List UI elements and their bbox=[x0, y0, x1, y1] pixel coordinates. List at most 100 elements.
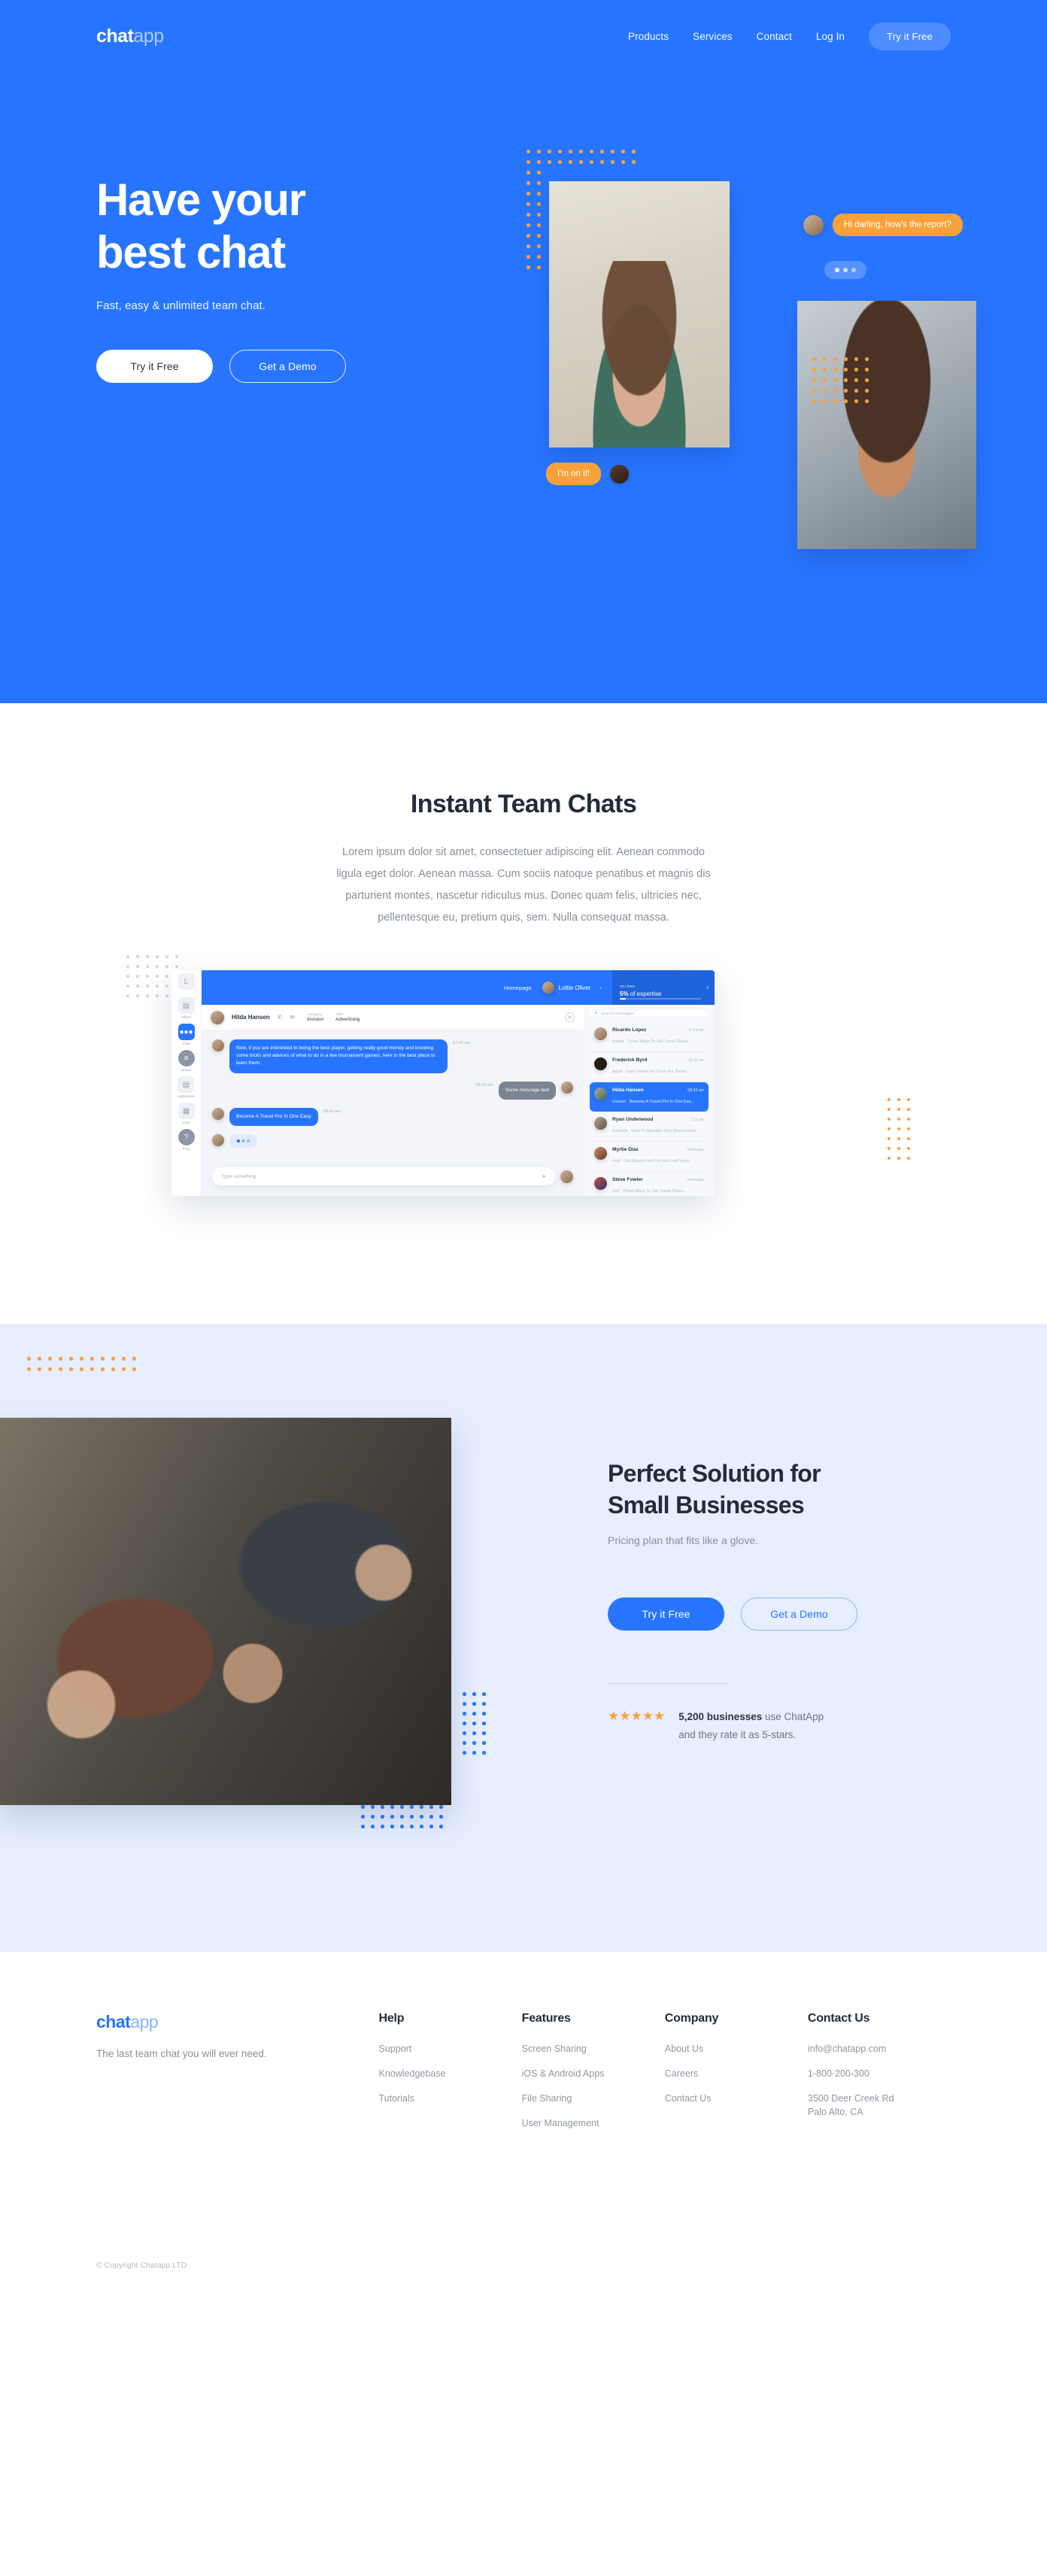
hero-try-it-free-button[interactable]: Try it Free bbox=[96, 350, 213, 384]
decorative-dot bbox=[165, 955, 168, 958]
contact-preview: Three Ways To Get Travel Disco... bbox=[622, 1189, 687, 1194]
footer-link[interactable]: Knowledgebase bbox=[379, 2067, 522, 2080]
dot-pattern-solution-bottom bbox=[361, 1805, 449, 1834]
footer-column-title: Company bbox=[664, 2012, 719, 2025]
decorative-dot bbox=[59, 1357, 62, 1361]
footer-logo[interactable]: chatapp bbox=[96, 2012, 379, 2032]
footer-phone[interactable]: 1-800-200-300 bbox=[808, 2067, 951, 2080]
decorative-dot bbox=[611, 160, 615, 164]
list-item[interactable]: Ryan Underwood 7:11 am Avocode How To Ma… bbox=[590, 1112, 709, 1142]
logo-bold: chat bbox=[96, 25, 134, 47]
decorative-dot bbox=[907, 1157, 910, 1160]
sidebar-item-chat[interactable]: ●●● Chat bbox=[178, 1024, 195, 1045]
sidebar-label: Offers bbox=[181, 1015, 192, 1019]
decorative-dot bbox=[888, 1108, 891, 1111]
message-row: Now, if you are interested in being the … bbox=[212, 1039, 573, 1073]
list-item[interactable]: Steve Fowler Yesterday Dell Three Ways T… bbox=[590, 1172, 709, 1196]
hero-subtitle: Fast, easy & unlimited team chat. bbox=[96, 299, 266, 313]
topbar-user[interactable]: Lottie Oliver bbox=[542, 982, 590, 994]
decorative-dot bbox=[482, 1731, 486, 1735]
phone-icon[interactable]: ✆ bbox=[278, 1014, 283, 1021]
top-navigation: chatapp Products Services Contact Log In… bbox=[0, 0, 1047, 72]
hero-buttons: Try it Free Get a Demo bbox=[96, 350, 502, 384]
decorative-dot bbox=[390, 1825, 394, 1828]
footer-link[interactable]: iOS & Android Apps bbox=[522, 2067, 665, 2080]
send-icon[interactable]: ➤ bbox=[542, 1173, 546, 1179]
decorative-dot bbox=[420, 1805, 423, 1809]
decorative-dot bbox=[136, 994, 139, 997]
sidebar-item-application[interactable]: ▤ Application bbox=[178, 1076, 196, 1098]
decorative-dot bbox=[361, 1815, 365, 1819]
hero-photo-secondary bbox=[797, 301, 976, 549]
footer-link[interactable]: Careers bbox=[665, 2067, 808, 2080]
decorative-dot bbox=[888, 1147, 891, 1150]
footer-email[interactable]: info@chatapp.com bbox=[808, 2042, 951, 2056]
decorative-dot bbox=[844, 378, 848, 382]
avatar bbox=[542, 982, 554, 994]
footer-link[interactable]: Contact Us bbox=[665, 2092, 808, 2105]
chat-bubble-icon: ●●● bbox=[178, 1024, 195, 1040]
logo[interactable]: chatapp bbox=[96, 25, 164, 47]
footer-link[interactable]: File Sharing bbox=[522, 2092, 665, 2105]
mockup-sidebar-avatar[interactable]: L bbox=[178, 973, 195, 990]
decorative-dot bbox=[844, 399, 848, 403]
sidebar-item-lists[interactable]: ▦ Lists bbox=[178, 1103, 195, 1124]
chevron-right-icon[interactable]: › bbox=[599, 985, 602, 991]
nav-item-products[interactable]: Products bbox=[628, 31, 669, 42]
nav-item-contact[interactable]: Contact bbox=[757, 31, 792, 42]
list-item[interactable]: Hilda Hansen 08:43 am Invision Become A … bbox=[590, 1082, 709, 1112]
solution-get-a-demo-button[interactable]: Get a Demo bbox=[741, 1597, 857, 1631]
hero-get-a-demo-button[interactable]: Get a Demo bbox=[229, 350, 346, 384]
footer-column-title: Help bbox=[378, 2012, 405, 2025]
decorative-dot bbox=[410, 1805, 414, 1809]
list-item-body: Frederick Byrd 10:11 am Apple Train Trav… bbox=[612, 1057, 704, 1076]
solution-text-block: Perfect Solution for Small Businesses Pr… bbox=[608, 1458, 961, 1744]
decorative-dot bbox=[361, 1825, 365, 1828]
decorative-dot bbox=[537, 244, 541, 248]
decorative-dot bbox=[80, 1367, 83, 1371]
list-item[interactable]: Myrtie Diaz Yesterday Audi Get Ready Fas… bbox=[590, 1142, 709, 1172]
decorative-dot bbox=[390, 1815, 394, 1819]
footer-link[interactable]: About Us bbox=[665, 2042, 808, 2056]
avatar bbox=[594, 1117, 607, 1130]
topbar-homepage-link[interactable]: Homepage bbox=[504, 985, 532, 991]
solution-subtitle: Pricing plan that fits like a glove. bbox=[608, 1534, 758, 1547]
decorative-dot bbox=[537, 171, 541, 174]
decorative-dot bbox=[590, 160, 593, 164]
mockup-main: Hilda Hansen ✆ ✉ Company Invision Offer … bbox=[202, 1005, 715, 1196]
sidebar-item-board[interactable]: ≡ Board bbox=[178, 1050, 195, 1072]
decorative-dot bbox=[111, 1357, 115, 1361]
mail-icon[interactable]: ✉ bbox=[290, 1014, 295, 1021]
decorative-dot bbox=[371, 1825, 375, 1828]
nav-item-services[interactable]: Services bbox=[693, 31, 733, 42]
footer-link[interactable]: User Management bbox=[522, 2116, 665, 2130]
decorative-dot bbox=[844, 389, 848, 393]
close-icon[interactable]: ✕ bbox=[565, 1012, 575, 1022]
decorative-dot bbox=[472, 1712, 476, 1716]
chevron-right-icon[interactable]: › bbox=[706, 984, 709, 991]
search-messages-input[interactable]: ⌕ search messages bbox=[590, 1011, 709, 1016]
sidebar-item-offers[interactable]: ▤ Offers bbox=[178, 997, 195, 1019]
nav-item-login[interactable]: Log In bbox=[816, 31, 845, 42]
decorative-dot bbox=[48, 1357, 52, 1361]
sidebar-item-faq[interactable]: ? FAQ bbox=[178, 1129, 195, 1151]
footer-link[interactable]: Screen Sharing bbox=[522, 2042, 665, 2056]
avatar bbox=[561, 1081, 573, 1094]
mockup-sidebar: L ▤ Offers ●●● Chat ≡ Board ▤ Applicatio… bbox=[171, 970, 202, 1196]
decorative-dot bbox=[463, 1741, 466, 1745]
decorative-dot bbox=[472, 1702, 476, 1706]
list-item[interactable]: Frederick Byrd 10:11 am Apple Train Trav… bbox=[590, 1052, 709, 1082]
section-heading-block: Instant Team Chats Lorem ipsum dolor sit… bbox=[0, 790, 1047, 929]
list-item-top: Ricardo Lopez 11:23 am bbox=[612, 1027, 704, 1033]
list-item[interactable]: Ricardo Lopez 11:23 am Adobe Three Ways … bbox=[590, 1022, 709, 1052]
decorative-dot bbox=[537, 213, 541, 217]
decorative-dot bbox=[823, 357, 827, 361]
footer-link[interactable]: Support bbox=[379, 2042, 522, 2056]
decorative-dot bbox=[472, 1731, 476, 1735]
nav-try-it-free-button[interactable]: Try it Free bbox=[869, 22, 951, 50]
message-input[interactable]: Type something ➤ bbox=[212, 1167, 555, 1185]
decorative-dot bbox=[888, 1118, 891, 1121]
rating-line2: and they rate it as 5-stars. bbox=[678, 1729, 797, 1741]
solution-try-it-free-button[interactable]: Try it Free bbox=[608, 1597, 724, 1631]
footer-link[interactable]: Tutorials bbox=[379, 2092, 522, 2105]
